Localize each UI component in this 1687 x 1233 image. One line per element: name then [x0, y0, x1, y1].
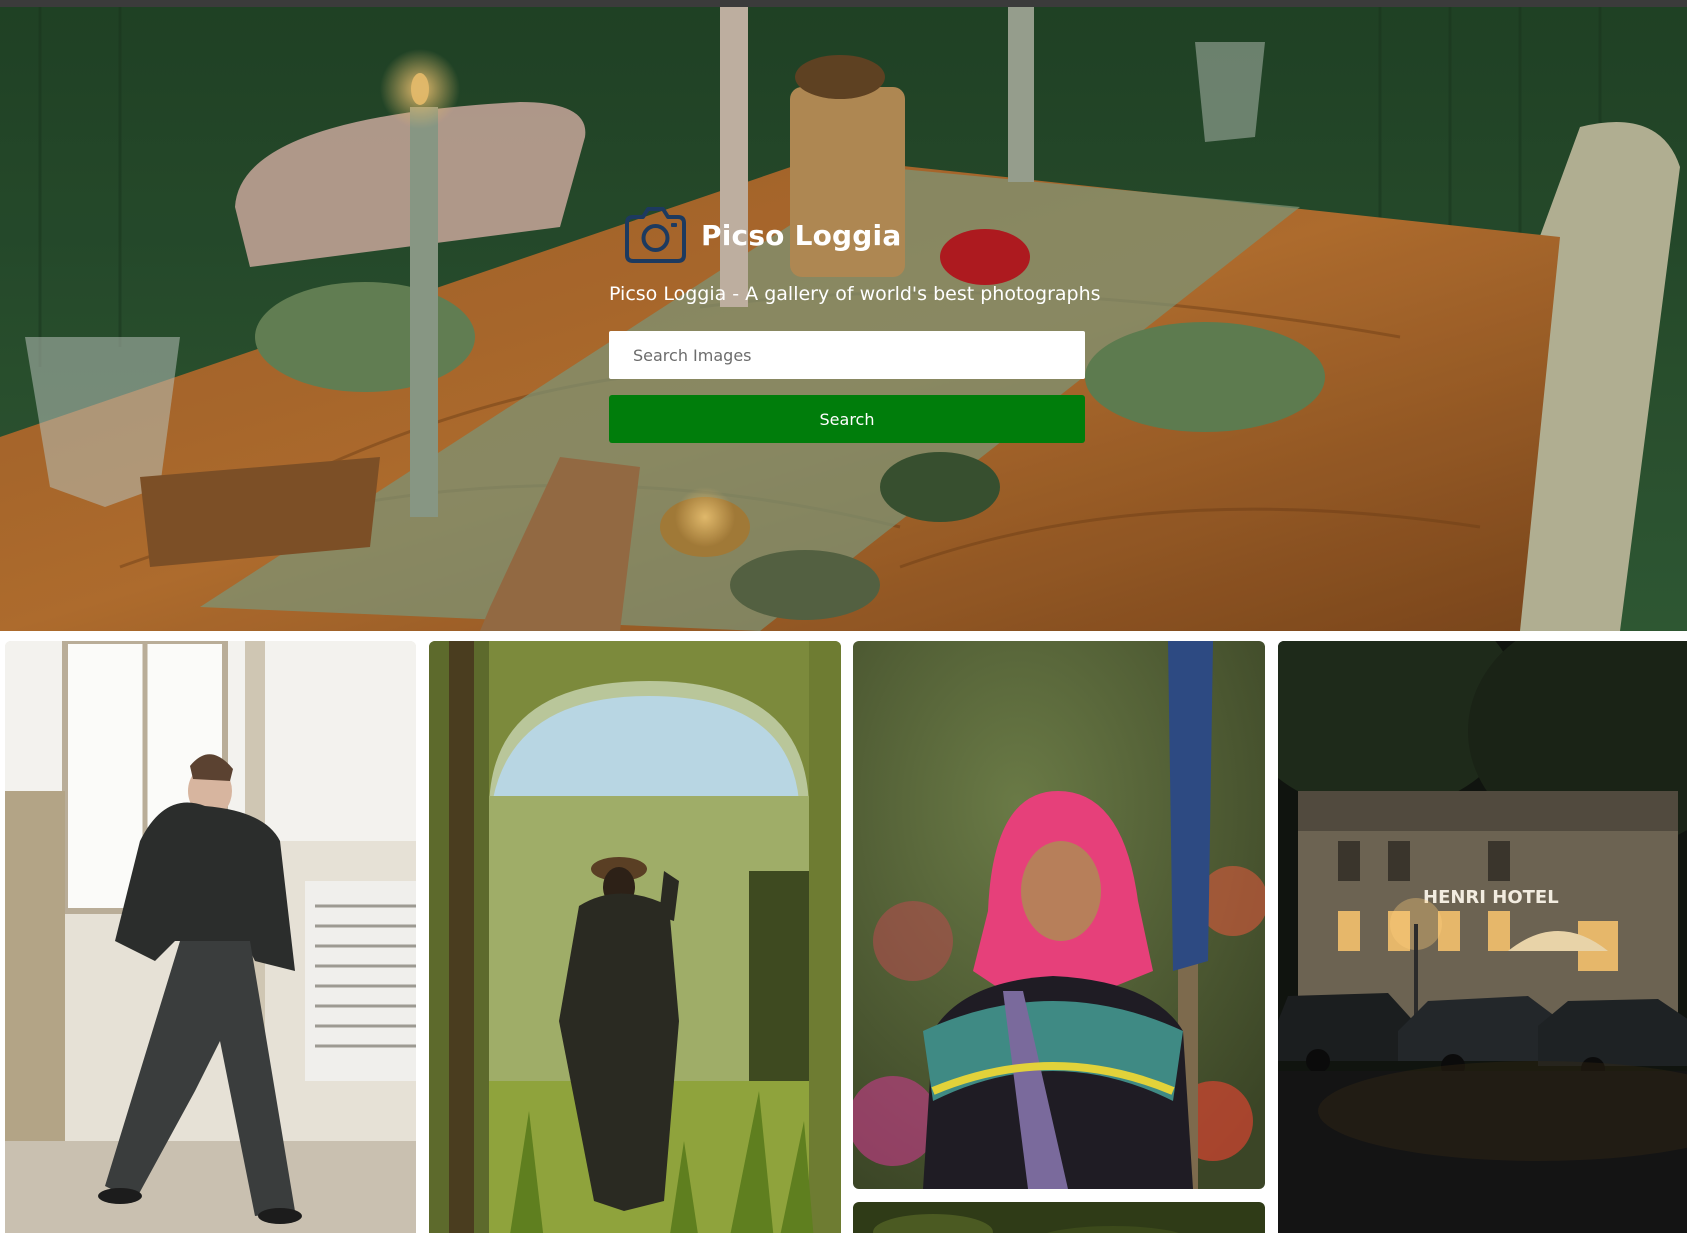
gallery-image[interactable] [429, 641, 841, 1233]
brand-title: Picso Loggia [701, 218, 902, 252]
hotel-sign-text: HENRI HOTEL [1423, 887, 1559, 908]
photo-person-bright-room [5, 641, 416, 1233]
hero-overlay [0, 7, 1687, 631]
photo-foliage [853, 1202, 1265, 1233]
camera-icon [625, 207, 686, 263]
browser-top-bar [0, 0, 1687, 7]
gallery-image[interactable] [853, 1202, 1265, 1233]
tagline: Picso Loggia - A gallery of world's best… [609, 283, 1101, 305]
image-gallery: HENRI HOTEL [0, 631, 1687, 1233]
brand[interactable]: Picso Loggia [621, 200, 901, 270]
search-button[interactable]: Search [609, 395, 1085, 443]
hero-banner: Picso Loggia Picso Loggia - A gallery of… [0, 7, 1687, 631]
search-input[interactable] [609, 331, 1085, 379]
photo-person-stone-arch [429, 641, 841, 1233]
gallery-image[interactable] [853, 641, 1265, 1189]
photo-hotel-night: HENRI HOTEL [1278, 641, 1687, 1233]
photo-woman-pink-headscarf [853, 641, 1265, 1189]
gallery-image[interactable] [5, 641, 416, 1233]
gallery-image[interactable]: HENRI HOTEL [1278, 641, 1687, 1233]
